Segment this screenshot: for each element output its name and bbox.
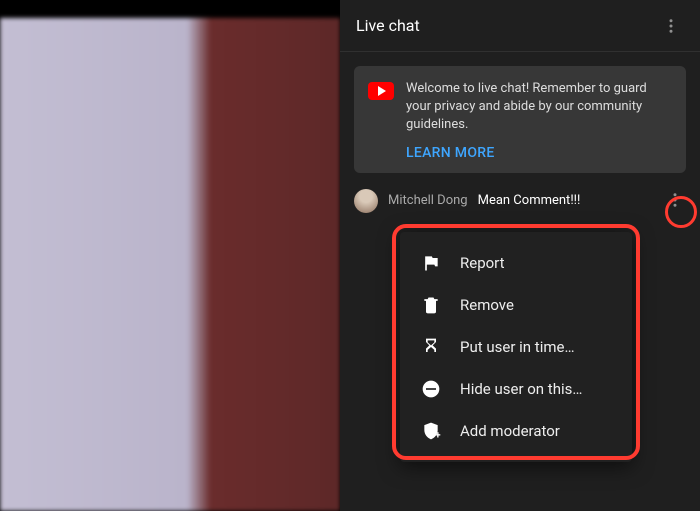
menu-timeout[interactable]: Put user in time…: [400, 326, 632, 368]
trash-icon: [420, 294, 442, 316]
block-icon: [420, 378, 442, 400]
menu-hide-user[interactable]: Hide user on this…: [400, 368, 632, 410]
message-context-menu: Report Remove Put user in time… Hide use…: [400, 232, 632, 462]
shield-plus-icon: +: [420, 420, 442, 442]
chat-title: Live chat: [356, 16, 658, 35]
live-chat-panel: Live chat Welcome to live chat! Remember…: [340, 0, 700, 511]
learn-more-link[interactable]: LEARN MORE: [406, 145, 672, 161]
welcome-text: Welcome to live chat! Remember to guard …: [406, 80, 672, 135]
flag-icon: [420, 252, 442, 274]
message-author[interactable]: Mitchell Dong: [388, 193, 468, 208]
menu-label: Remove: [460, 296, 514, 314]
menu-label: Report: [460, 254, 505, 272]
youtube-icon: [368, 82, 394, 100]
message-options-icon[interactable]: [662, 187, 688, 213]
video-frame: [0, 18, 340, 511]
avatar[interactable]: [354, 189, 378, 213]
message-text: Mean Comment!!!: [478, 193, 581, 208]
menu-add-moderator[interactable]: + Add moderator: [400, 410, 632, 452]
welcome-banner: Welcome to live chat! Remember to guard …: [354, 66, 686, 173]
video-player[interactable]: [0, 0, 340, 511]
menu-report[interactable]: Report: [400, 242, 632, 284]
menu-label: Add moderator: [460, 422, 560, 440]
menu-label: Hide user on this…: [460, 380, 582, 398]
chat-options-icon[interactable]: [658, 13, 684, 39]
hourglass-icon: [420, 336, 442, 358]
svg-text:+: +: [435, 431, 441, 442]
menu-label: Put user in time…: [460, 338, 574, 356]
chat-header: Live chat: [340, 0, 700, 52]
chat-message: Mitchell Dong Mean Comment!!!: [340, 183, 700, 219]
menu-remove[interactable]: Remove: [400, 284, 632, 326]
